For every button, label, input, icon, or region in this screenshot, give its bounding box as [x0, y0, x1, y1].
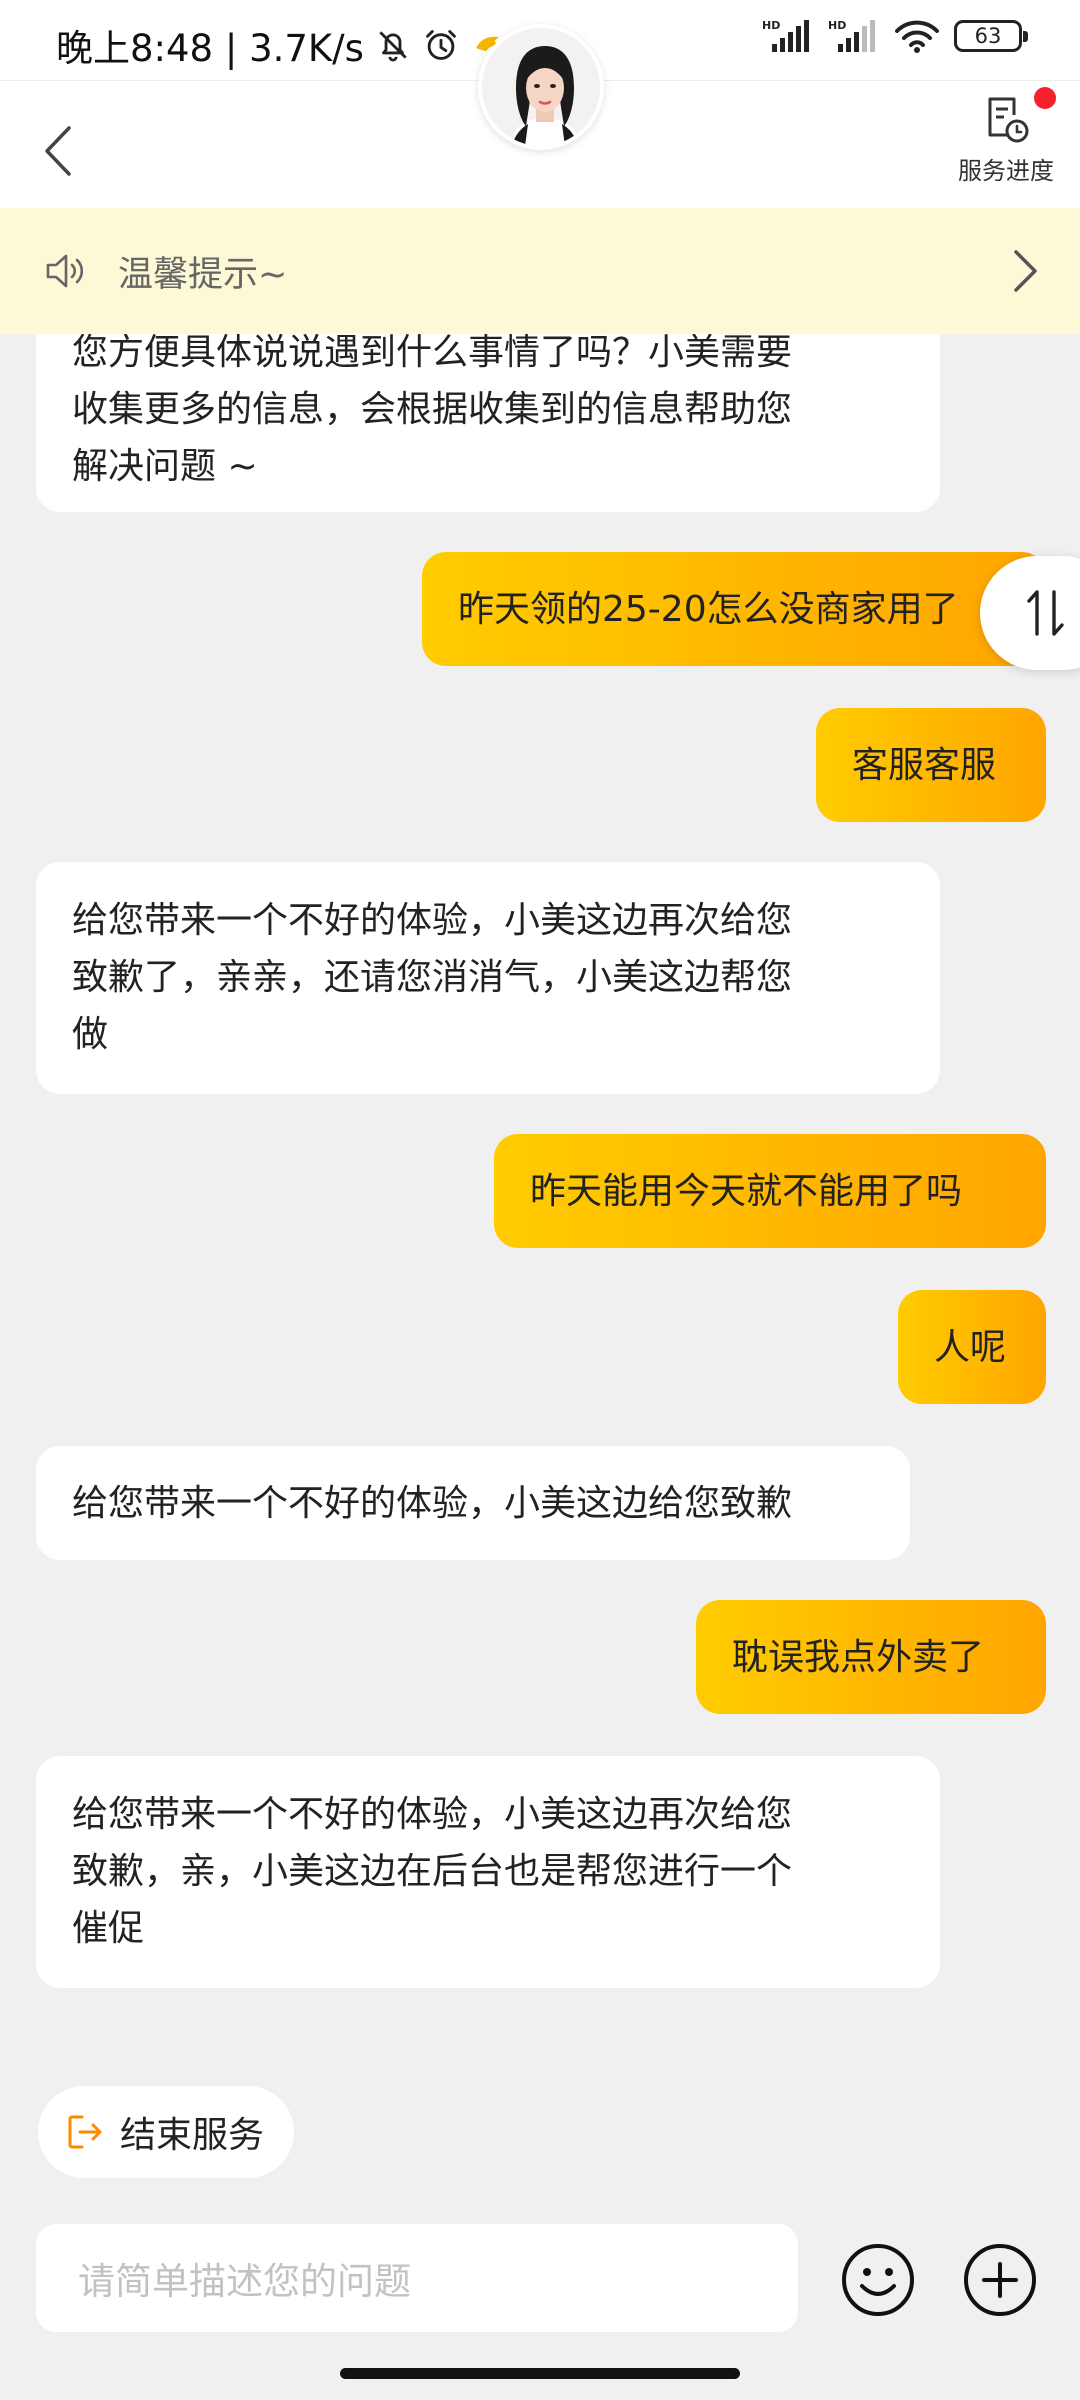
message-outgoing: 昨天领的25-20怎么没商家用了	[422, 552, 1046, 666]
notice-text: 温馨提示~	[118, 254, 288, 295]
message-text: 人呢	[934, 1326, 1007, 1368]
add-icon[interactable]	[962, 2242, 1038, 2318]
signal-hd-2-icon: HD	[828, 19, 875, 52]
home-indicator[interactable]	[340, 2368, 740, 2379]
message-input-placeholder: 请简单描述您的问题	[78, 2260, 411, 2303]
service-progress-button[interactable]: 服务进度	[950, 87, 1062, 205]
status-left: 晚上8:48 | 3.7K/s	[56, 18, 508, 72]
chevron-left-icon	[45, 126, 71, 176]
message-text: 昨天领的25-20怎么没商家用了	[458, 588, 959, 630]
input-bar: 请简单描述您的问题	[0, 2204, 1080, 2400]
end-service-label: 结束服务	[120, 2115, 265, 2156]
message-line: 做	[72, 1014, 109, 1055]
message-text: 客服客服	[852, 744, 997, 786]
notification-dot	[1034, 87, 1056, 109]
end-service-button[interactable]: 结束服务	[38, 2086, 294, 2178]
exit-icon	[68, 2115, 102, 2149]
speaker-icon	[46, 254, 84, 288]
chat-screen: 晚上8:48 | 3.7K/s HD HD 63 服务进度 温馨提示~ 您方便具…	[0, 0, 1080, 2400]
signal-hd-1-label: HD	[762, 19, 780, 32]
message-outgoing: 耽误我点外卖了	[696, 1600, 1046, 1714]
battery-indicator: 63	[954, 20, 1028, 52]
message-text: 耽误我点外卖了	[732, 1636, 985, 1678]
message-line: 给您带来一个不好的体验，小美这边再次给您	[72, 1794, 793, 1835]
message-line: 收集更多的信息，会根据收集到的信息帮助您	[72, 389, 793, 430]
message-outgoing: 昨天能用今天就不能用了吗	[494, 1134, 1046, 1248]
message-input[interactable]: 请简单描述您的问题	[36, 2224, 798, 2332]
message-incoming: 给您带来一个不好的体验，小美这边再次给您 致歉，亲，小美这边在后台也是帮您进行一…	[36, 1756, 940, 1988]
notice-bar[interactable]: 温馨提示~	[0, 208, 1080, 334]
agent-avatar[interactable]	[478, 24, 604, 150]
back-button[interactable]	[30, 111, 86, 191]
message-line: 致歉了，亲亲，还请您消消气，小美这边帮您	[72, 957, 793, 998]
document-clock-icon	[988, 97, 1029, 143]
message-outgoing: 人呢	[898, 1290, 1046, 1404]
bell-mute-icon	[379, 31, 407, 62]
message-line: 致歉，亲，小美这边在后台也是帮您进行一个	[72, 1851, 793, 1892]
message-incoming: 给您带来一个不好的体验，小美这边再次给您 致歉了，亲亲，还请您消消气，小美这边帮…	[36, 862, 940, 1094]
sort-arrows-icon	[1027, 590, 1064, 636]
wifi-icon	[895, 20, 939, 53]
message-line: 给您带来一个不好的体验，小美这边再次给您	[72, 900, 793, 941]
message-incoming: 给您带来一个不好的体验，小美这边给您致歉	[36, 1446, 910, 1560]
alarm-clock-icon	[426, 30, 456, 60]
status-right: HD HD 63	[762, 18, 1028, 54]
chevron-right-icon	[1014, 250, 1037, 292]
emoji-icon[interactable]	[840, 2242, 916, 2318]
signal-hd-1-icon: HD	[762, 19, 809, 52]
message-line: 催促	[72, 1908, 145, 1949]
message-outgoing: 客服客服	[816, 708, 1046, 822]
service-progress-label: 服务进度	[958, 157, 1054, 185]
status-time-speed: 晚上8:48 | 3.7K/s	[56, 27, 364, 70]
battery-level: 63	[974, 24, 1002, 48]
message-line: 给您带来一个不好的体验，小美这边给您致歉	[72, 1482, 793, 1524]
signal-hd-2-label: HD	[828, 19, 846, 32]
message-text: 昨天能用今天就不能用了吗	[530, 1170, 963, 1212]
message-line: 解决问题 ~	[72, 446, 258, 487]
